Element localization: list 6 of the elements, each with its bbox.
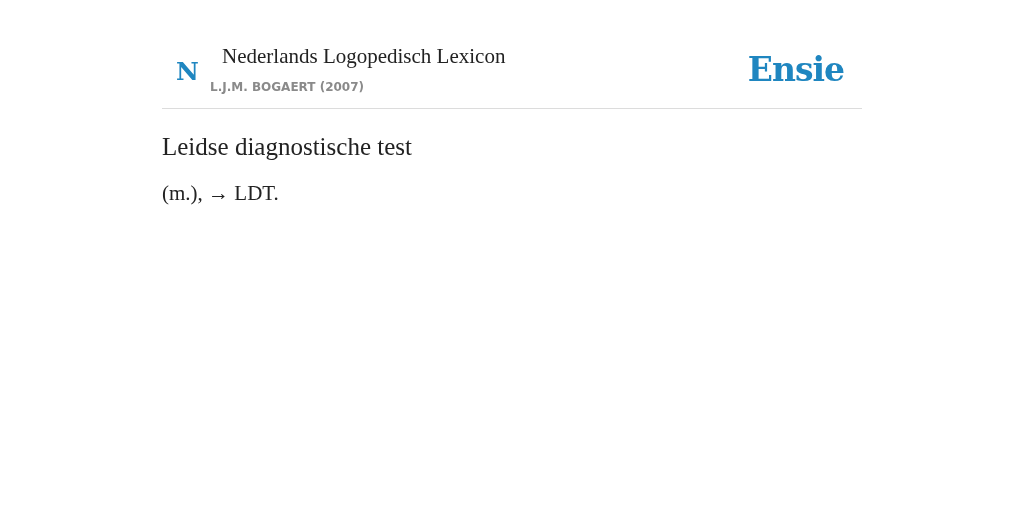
entry-term: Leidse diagnostische test bbox=[162, 133, 413, 161]
author-line: L.J.M. BOGAERT (2007) bbox=[209, 80, 366, 94]
entry-definition: (m.), → LDT. bbox=[162, 181, 280, 206]
lexicon-title[interactable]: Nederlands Logopedisch Lexicon bbox=[210, 44, 748, 69]
site-logo[interactable]: Ensie bbox=[747, 50, 844, 89]
lexicon-initial: N bbox=[176, 57, 199, 86]
